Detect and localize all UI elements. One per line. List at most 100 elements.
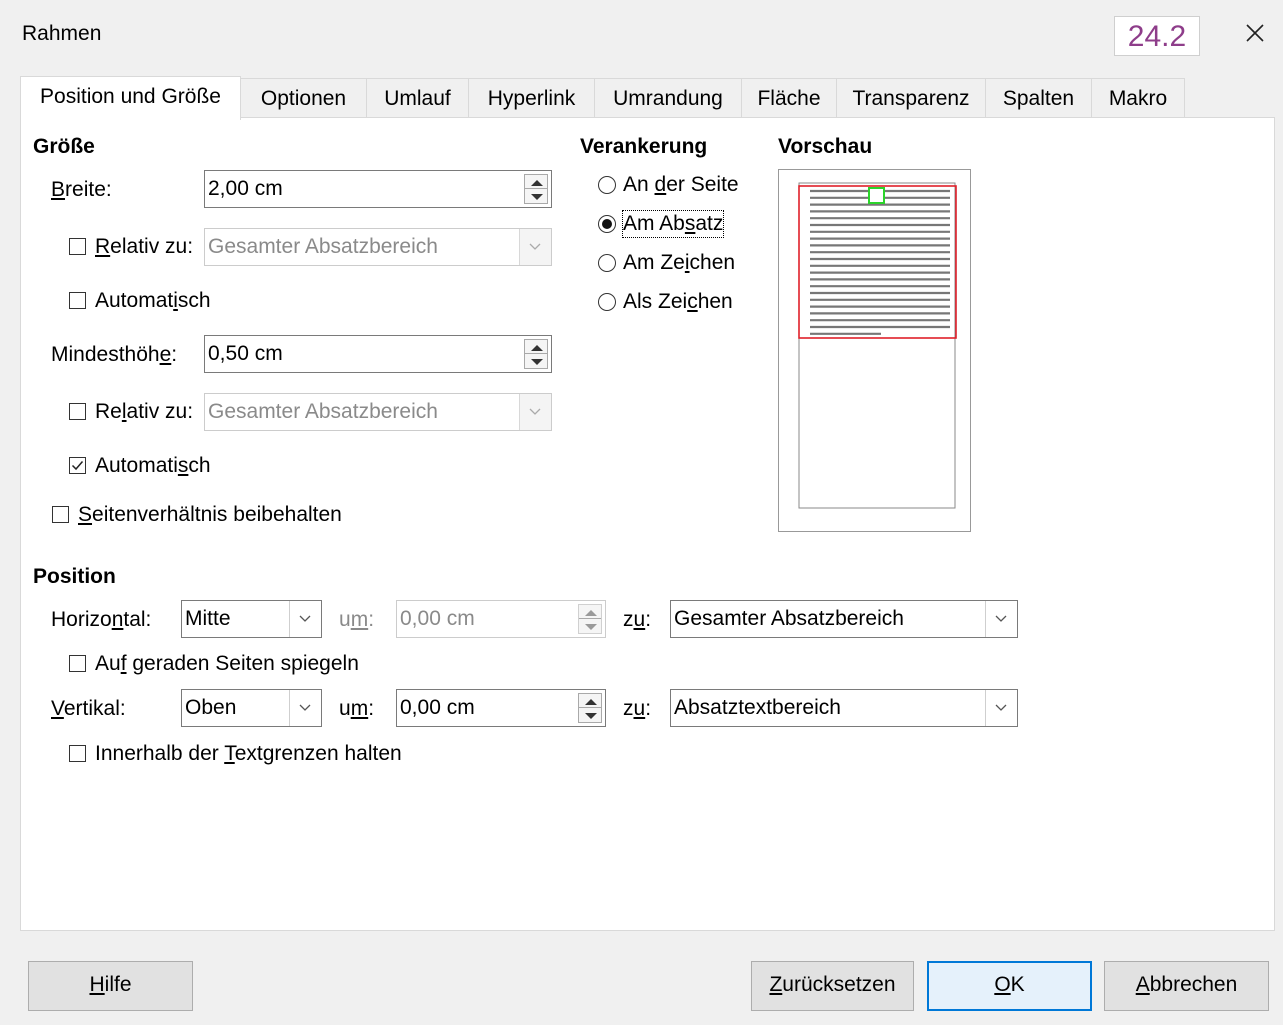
breite-spin-buttons[interactable] xyxy=(524,174,548,204)
mindesthoehe-label: Mindesthöhe: xyxy=(51,343,178,366)
tab-label: Umlauf xyxy=(384,87,451,110)
zu1-combo[interactable]: Gesamter Absatzbereich xyxy=(670,600,1018,638)
chevron-down-icon[interactable] xyxy=(985,601,1017,637)
abbrechen-button[interactable]: Abbrechen xyxy=(1104,961,1269,1011)
tab-label: Optionen xyxy=(260,87,347,110)
zuruecksetzen-button[interactable]: Zurücksetzen xyxy=(751,961,914,1011)
spiegeln-label: Auf geraden Seiten spiegeln xyxy=(95,652,359,675)
tab-umlauf[interactable]: Umlauf xyxy=(366,78,469,118)
section-heading-groesse: Größe xyxy=(33,135,95,158)
seitenverhaeltnis-checkbox[interactable] xyxy=(52,506,69,523)
section-heading-verankerung: Verankerung xyxy=(580,135,708,158)
chevron-down-icon[interactable] xyxy=(985,690,1017,726)
relativ2-combo[interactable]: Gesamter Absatzbereich xyxy=(204,393,552,431)
zu2-combo[interactable]: Absatztextbereich xyxy=(670,689,1018,727)
breite-label: Breite: xyxy=(51,178,112,201)
um2-spinbox[interactable]: 0,00 cm xyxy=(396,689,606,727)
tab-label: Makro xyxy=(1108,87,1168,110)
radio-als-zeichen[interactable] xyxy=(598,293,616,311)
relativ1-combo[interactable]: Gesamter Absatzbereich xyxy=(204,228,552,266)
tab-position-und-groesse[interactable]: Position und Größe xyxy=(20,76,241,120)
innerhalb-checkbox[interactable] xyxy=(69,745,86,762)
spin-up-icon[interactable] xyxy=(525,340,547,354)
chevron-down-icon[interactable] xyxy=(519,229,551,265)
relativ1-label: Relativ zu: xyxy=(95,235,194,258)
preview-area xyxy=(778,169,971,532)
auto2-label: Automatisch xyxy=(95,454,211,477)
seitenverhaeltnis-label: Seitenverhältnis beibehalten xyxy=(78,503,342,526)
um1-label: um: xyxy=(339,608,375,631)
spin-up-icon[interactable] xyxy=(579,605,601,619)
relativ2-checkbox[interactable] xyxy=(69,403,86,420)
spin-down-icon[interactable] xyxy=(525,189,547,203)
preview-page-icon xyxy=(798,182,957,509)
hilfe-button[interactable]: Hilfe xyxy=(28,961,193,1011)
horizontal-label: Horizontal: xyxy=(51,608,152,631)
spiegeln-checkbox[interactable] xyxy=(69,655,86,672)
um2-value: 0,00 cm xyxy=(400,696,475,719)
tab-label: Transparenz xyxy=(852,87,970,110)
tab-label: Umrandung xyxy=(613,87,723,110)
radio-am-zeichen[interactable] xyxy=(598,254,616,272)
ok-button[interactable]: OK xyxy=(927,961,1092,1011)
tab-transparenz[interactable]: Transparenz xyxy=(836,78,986,118)
zu2-label: zu: xyxy=(623,697,652,720)
um1-value: 0,00 cm xyxy=(400,607,475,630)
tab-umrandung[interactable]: Umrandung xyxy=(594,78,742,118)
auto1-label: Automatisch xyxy=(95,289,211,312)
horizontal-combo[interactable]: Mitte xyxy=(181,600,322,638)
vertikal-combo[interactable]: Oben xyxy=(181,689,322,727)
chevron-down-icon[interactable] xyxy=(519,394,551,430)
section-heading-vorschau: Vorschau xyxy=(778,135,873,158)
radio-label-an-der-seite: An der Seite xyxy=(623,173,739,196)
breite-value: 2,00 cm xyxy=(208,177,283,200)
mindesthoehe-spinbox[interactable]: 0,50 cm xyxy=(204,335,552,373)
vertikal-value: Oben xyxy=(185,696,237,719)
spin-up-icon[interactable] xyxy=(579,694,601,708)
breite-spinbox[interactable]: 2,00 cm xyxy=(204,170,552,208)
tab-hyperlink[interactable]: Hyperlink xyxy=(468,78,595,118)
checkmark-icon xyxy=(71,461,84,471)
relativ2-label: Relativ zu: xyxy=(95,400,194,423)
tab-label: Spalten xyxy=(1002,87,1075,110)
spin-down-icon[interactable] xyxy=(525,354,547,368)
vertikal-label: Vertikal: xyxy=(51,697,126,720)
tab-label: Position und Größe xyxy=(40,85,221,108)
zu1-label: zu: xyxy=(623,608,652,631)
chevron-down-icon[interactable] xyxy=(289,601,321,637)
horizontal-value: Mitte xyxy=(185,607,231,630)
tab-optionen[interactable]: Optionen xyxy=(240,78,367,118)
mindesthoehe-value: 0,50 cm xyxy=(208,342,283,365)
version-badge: 24.2 xyxy=(1114,16,1200,56)
auto1-checkbox[interactable] xyxy=(69,292,86,309)
innerhalb-label: Innerhalb der Textgrenzen halten xyxy=(95,742,402,765)
radio-label-als-zeichen: Als Zeichen xyxy=(623,290,733,313)
relativ1-checkbox[interactable] xyxy=(69,238,86,255)
zu2-value: Absatztextbereich xyxy=(674,696,841,719)
tab-label: Hyperlink xyxy=(487,87,576,110)
auto2-checkbox[interactable] xyxy=(69,457,86,474)
um2-spin-buttons[interactable] xyxy=(578,693,602,723)
um2-label: um: xyxy=(339,697,375,720)
window-title: Rahmen xyxy=(22,22,102,45)
relativ1-value: Gesamter Absatzbereich xyxy=(208,235,438,258)
radio-label-am-zeichen: Am Zeichen xyxy=(623,251,736,274)
um1-spinbox[interactable]: 0,00 cm xyxy=(396,600,606,638)
zu1-value: Gesamter Absatzbereich xyxy=(674,607,904,630)
tab-flaeche[interactable]: Fläche xyxy=(741,78,837,118)
tab-spalten[interactable]: Spalten xyxy=(985,78,1092,118)
close-icon[interactable] xyxy=(1240,18,1270,48)
spin-down-icon[interactable] xyxy=(579,619,601,633)
relativ2-value: Gesamter Absatzbereich xyxy=(208,400,438,423)
spin-up-icon[interactable] xyxy=(525,175,547,189)
radio-am-absatz[interactable] xyxy=(598,215,616,233)
spin-down-icon[interactable] xyxy=(579,708,601,722)
tab-label: Fläche xyxy=(757,87,821,110)
section-heading-position: Position xyxy=(33,565,116,588)
radio-label-am-absatz: Am Absatz xyxy=(621,210,725,238)
tab-makro[interactable]: Makro xyxy=(1091,78,1185,118)
radio-an-der-seite[interactable] xyxy=(598,176,616,194)
um1-spin-buttons[interactable] xyxy=(578,604,602,634)
mindesthoehe-spin-buttons[interactable] xyxy=(524,339,548,369)
chevron-down-icon[interactable] xyxy=(289,690,321,726)
